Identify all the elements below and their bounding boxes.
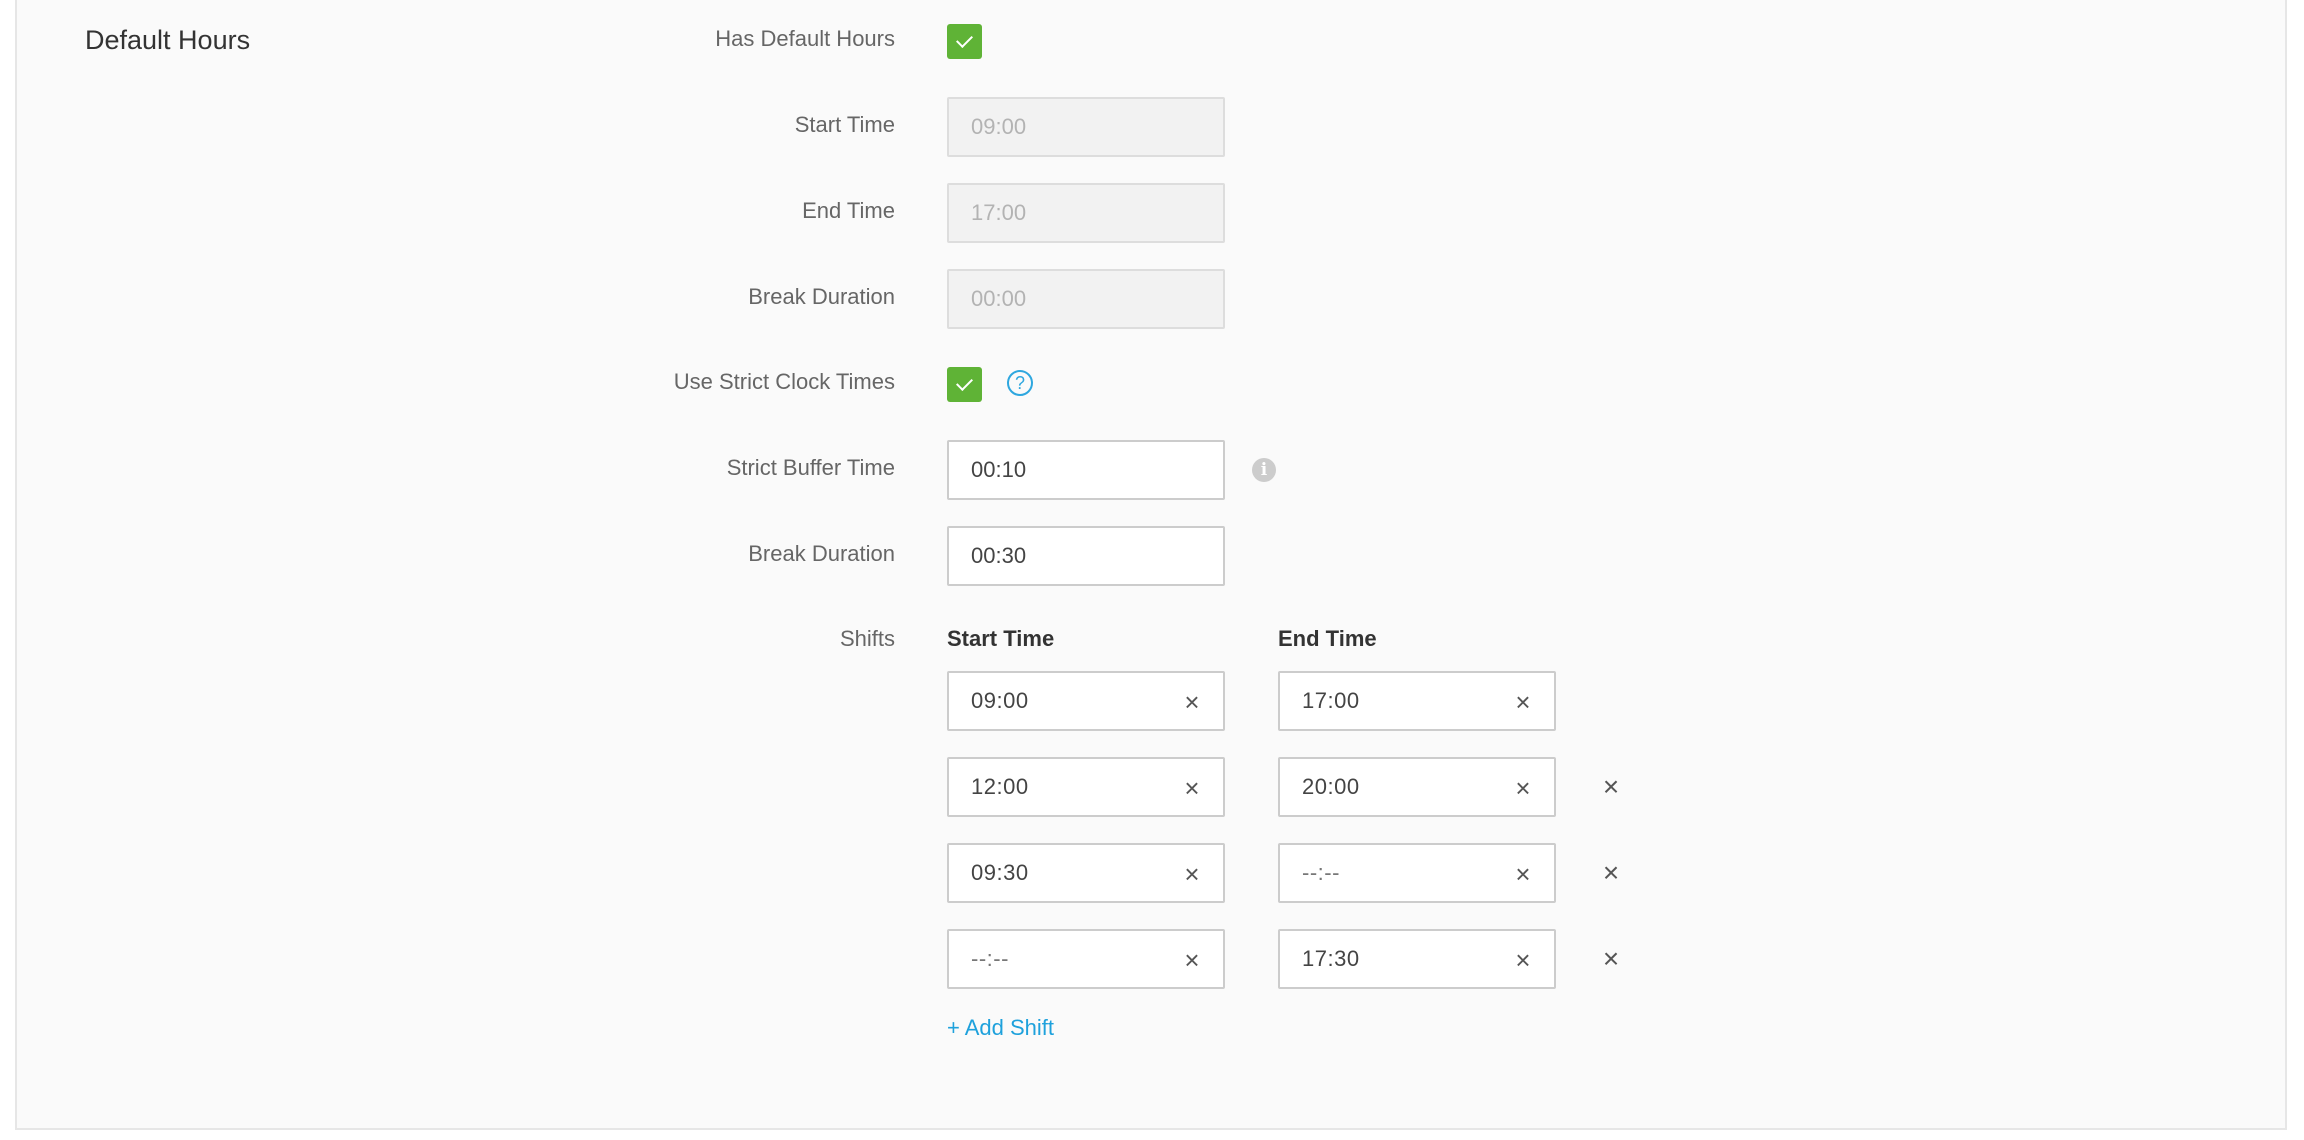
shift-1-end-value: 17:00 bbox=[1302, 688, 1360, 713]
shift-3-remove-icon[interactable]: × bbox=[1599, 859, 1623, 887]
has-default-hours-checkbox[interactable] bbox=[947, 24, 982, 59]
shift-2-remove-icon[interactable]: × bbox=[1599, 773, 1623, 801]
shift-4-remove-icon[interactable]: × bbox=[1599, 945, 1623, 973]
start-time-input bbox=[947, 97, 1225, 157]
shift-2-end-clear-icon[interactable]: × bbox=[1512, 775, 1534, 801]
shift-2-start-value: 12:00 bbox=[971, 774, 1029, 799]
end-time-input bbox=[947, 183, 1225, 243]
shift-3-start-value: 09:30 bbox=[971, 860, 1029, 885]
shift-2-end-input[interactable]: 20:00 × bbox=[1278, 757, 1556, 817]
shift-1-start-input[interactable]: 09:00 × bbox=[947, 671, 1225, 731]
shifts-start-header: Start Time bbox=[947, 626, 1055, 651]
shift-2-start-input[interactable]: 12:00 × bbox=[947, 757, 1225, 817]
section-title: Default Hours bbox=[85, 25, 251, 55]
break-duration-input[interactable] bbox=[947, 526, 1225, 586]
shifts-label: Shifts bbox=[839, 626, 895, 651]
end-time-label: End Time bbox=[802, 198, 895, 223]
shift-3-end-clear-icon[interactable]: × bbox=[1512, 861, 1534, 887]
shift-3-end-input[interactable]: --:-- × bbox=[1278, 843, 1556, 903]
shift-1-end-input[interactable]: 17:00 × bbox=[1278, 671, 1556, 731]
use-strict-clock-times-checkbox[interactable] bbox=[947, 367, 982, 402]
shift-2-end-value: 20:00 bbox=[1302, 774, 1360, 799]
shift-1-end-clear-icon[interactable]: × bbox=[1512, 689, 1534, 715]
shift-4-start-input[interactable]: --:-- × bbox=[947, 929, 1225, 989]
shifts-end-header: End Time bbox=[1278, 626, 1377, 651]
use-strict-clock-times-label: Use Strict Clock Times bbox=[673, 369, 895, 394]
info-circle-icon[interactable]: i bbox=[1252, 458, 1276, 482]
strict-buffer-time-input[interactable] bbox=[947, 440, 1225, 500]
default-break-duration-label: Break Duration bbox=[748, 284, 895, 309]
strict-buffer-time-label: Strict Buffer Time bbox=[726, 455, 895, 480]
shift-4-start-clear-icon[interactable]: × bbox=[1181, 947, 1203, 973]
question-circle-icon[interactable]: ? bbox=[1007, 370, 1033, 396]
shift-4-end-input[interactable]: 17:30 × bbox=[1278, 929, 1556, 989]
shift-4-start-value: --:-- bbox=[971, 946, 1009, 971]
shift-2-start-clear-icon[interactable]: × bbox=[1181, 775, 1203, 801]
shift-3-start-clear-icon[interactable]: × bbox=[1181, 861, 1203, 887]
add-shift-link[interactable]: + Add Shift bbox=[947, 1013, 1054, 1043]
default-break-duration-input bbox=[947, 269, 1225, 329]
has-default-hours-label: Has Default Hours bbox=[715, 26, 895, 51]
shift-4-end-clear-icon[interactable]: × bbox=[1512, 947, 1534, 973]
break-duration-label: Break Duration bbox=[748, 541, 895, 566]
shift-3-start-input[interactable]: 09:30 × bbox=[947, 843, 1225, 903]
shift-1-start-value: 09:00 bbox=[971, 688, 1029, 713]
start-time-label: Start Time bbox=[794, 112, 895, 137]
shift-3-end-value: --:-- bbox=[1302, 860, 1340, 885]
shift-4-end-value: 17:30 bbox=[1302, 946, 1360, 971]
shift-1-start-clear-icon[interactable]: × bbox=[1181, 689, 1203, 715]
